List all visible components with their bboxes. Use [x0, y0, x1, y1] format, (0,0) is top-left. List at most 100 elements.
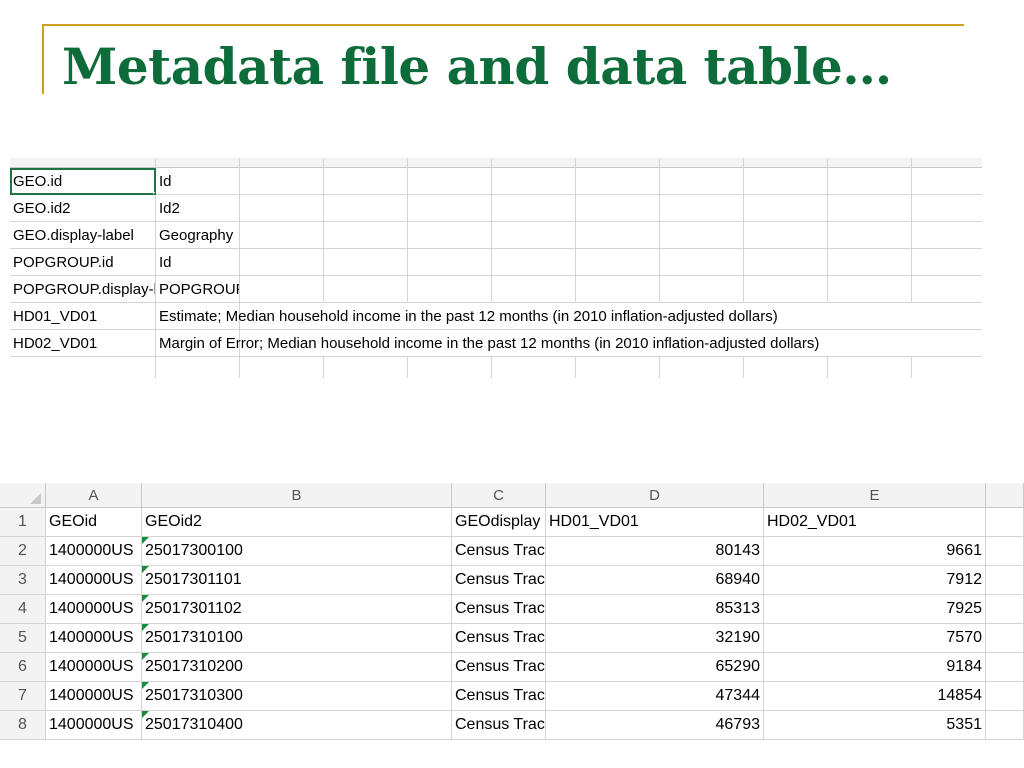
row-number[interactable]: 3	[0, 566, 46, 595]
cell-hd02[interactable]: 7912	[764, 566, 986, 595]
column-header[interactable]	[660, 158, 744, 168]
row-number[interactable]: 5	[0, 624, 46, 653]
empty-cell[interactable]	[744, 195, 828, 222]
column-header[interactable]	[408, 158, 492, 168]
column-header[interactable]	[828, 158, 912, 168]
cell-geoid2[interactable]: 25017300100	[142, 537, 452, 566]
metadata-description-cell[interactable]: Estimate; Median household income in the…	[156, 303, 778, 330]
cell-hd02[interactable]: 7925	[764, 595, 986, 624]
cell-hd01[interactable]: 47344	[546, 682, 764, 711]
cell-geoid2[interactable]: 25017310100	[142, 624, 452, 653]
empty-cell[interactable]	[912, 276, 982, 303]
cell-geoid2[interactable]: 25017310300	[142, 682, 452, 711]
empty-cell[interactable]	[492, 195, 576, 222]
cell-hd01[interactable]: 32190	[546, 624, 764, 653]
cell-empty[interactable]	[986, 566, 1024, 595]
empty-cell[interactable]	[408, 168, 492, 195]
cell-hd02[interactable]: 9184	[764, 653, 986, 682]
column-header-b[interactable]: B	[142, 483, 452, 508]
cell-geoid[interactable]: 1400000US	[46, 682, 142, 711]
cell-geoid2[interactable]: 25017310200	[142, 653, 452, 682]
column-header-d[interactable]: D	[546, 483, 764, 508]
empty-cell[interactable]	[240, 357, 324, 378]
cell-geodisplay[interactable]: Census Tract	[452, 595, 546, 624]
cell-geodisplay[interactable]: Census Tract	[452, 624, 546, 653]
cell-geodisplay[interactable]: Census Tract	[452, 682, 546, 711]
column-header[interactable]	[576, 158, 660, 168]
empty-cell[interactable]	[744, 222, 828, 249]
empty-cell[interactable]	[10, 357, 156, 378]
empty-cell[interactable]	[324, 357, 408, 378]
empty-cell[interactable]	[744, 168, 828, 195]
cell-geoid[interactable]: 1400000US	[46, 537, 142, 566]
metadata-field-cell[interactable]: HD02_VD01	[10, 330, 156, 357]
cell-geodisplay[interactable]: Census Tract	[452, 711, 546, 740]
empty-cell[interactable]	[912, 222, 982, 249]
metadata-field-cell[interactable]: GEO.display-label	[10, 222, 156, 249]
empty-cell[interactable]	[660, 249, 744, 276]
cell-hd01[interactable]: 80143	[546, 537, 764, 566]
cell-geodisplay-header[interactable]: GEOdisplay	[452, 508, 546, 537]
empty-cell[interactable]	[240, 168, 324, 195]
cell-geoid-header[interactable]: GEOid	[46, 508, 142, 537]
column-header-e[interactable]: E	[764, 483, 986, 508]
row-number[interactable]: 2	[0, 537, 46, 566]
empty-cell[interactable]	[576, 222, 660, 249]
empty-cell[interactable]	[576, 357, 660, 378]
cell-hd01[interactable]: 68940	[546, 566, 764, 595]
column-header-c[interactable]: C	[452, 483, 546, 508]
empty-cell[interactable]	[576, 249, 660, 276]
column-header-a[interactable]: A	[46, 483, 142, 508]
empty-cell[interactable]	[828, 276, 912, 303]
cell-geodisplay[interactable]: Census Tract	[452, 537, 546, 566]
row-number[interactable]: 4	[0, 595, 46, 624]
empty-cell[interactable]	[828, 249, 912, 276]
cell-empty[interactable]	[986, 595, 1024, 624]
metadata-description-cell[interactable]: Id2	[156, 195, 240, 222]
metadata-field-cell[interactable]: POPGROUP.id	[10, 249, 156, 276]
empty-cell[interactable]	[744, 276, 828, 303]
empty-cell[interactable]	[240, 276, 324, 303]
cell-empty[interactable]	[986, 653, 1024, 682]
row-number[interactable]: 8	[0, 711, 46, 740]
empty-cell[interactable]	[912, 330, 982, 357]
empty-cell[interactable]	[408, 276, 492, 303]
empty-cell[interactable]	[828, 168, 912, 195]
empty-cell[interactable]	[912, 168, 982, 195]
metadata-description-cell[interactable]: Geography	[156, 222, 240, 249]
empty-cell[interactable]	[576, 168, 660, 195]
cell-geoid2[interactable]: 25017301102	[142, 595, 452, 624]
cell-geodisplay[interactable]: Census Tract	[452, 653, 546, 682]
empty-cell[interactable]	[660, 168, 744, 195]
cell-hd01[interactable]: 85313	[546, 595, 764, 624]
cell-geoid[interactable]: 1400000US	[46, 711, 142, 740]
row-number[interactable]: 7	[0, 682, 46, 711]
cell-hd01[interactable]: 46793	[546, 711, 764, 740]
cell-geodisplay[interactable]: Census Tract	[452, 566, 546, 595]
cell-hd01-header[interactable]: HD01_VD01	[546, 508, 764, 537]
empty-cell[interactable]	[492, 249, 576, 276]
empty-cell[interactable]	[408, 195, 492, 222]
cell-hd01[interactable]: 65290	[546, 653, 764, 682]
metadata-field-cell[interactable]: HD01_VD01	[10, 303, 156, 330]
empty-cell[interactable]	[660, 195, 744, 222]
empty-cell[interactable]	[828, 222, 912, 249]
column-header[interactable]	[912, 158, 982, 168]
empty-cell[interactable]	[324, 168, 408, 195]
empty-cell[interactable]	[828, 357, 912, 378]
empty-cell[interactable]	[576, 195, 660, 222]
metadata-description-cell[interactable]: Id	[156, 249, 240, 276]
cell-hd02[interactable]: 7570	[764, 624, 986, 653]
cell-geoid[interactable]: 1400000US	[46, 624, 142, 653]
metadata-description-cell[interactable]: Margin of Error; Median household income…	[156, 330, 819, 357]
cell-geoid[interactable]: 1400000US	[46, 653, 142, 682]
cell-geoid[interactable]: 1400000US	[46, 595, 142, 624]
cell-hd02[interactable]: 5351	[764, 711, 986, 740]
empty-cell[interactable]	[492, 168, 576, 195]
cell-empty[interactable]	[986, 682, 1024, 711]
column-header[interactable]	[240, 158, 324, 168]
empty-cell[interactable]	[744, 249, 828, 276]
empty-cell[interactable]	[912, 249, 982, 276]
empty-cell[interactable]	[828, 195, 912, 222]
empty-cell[interactable]	[492, 222, 576, 249]
